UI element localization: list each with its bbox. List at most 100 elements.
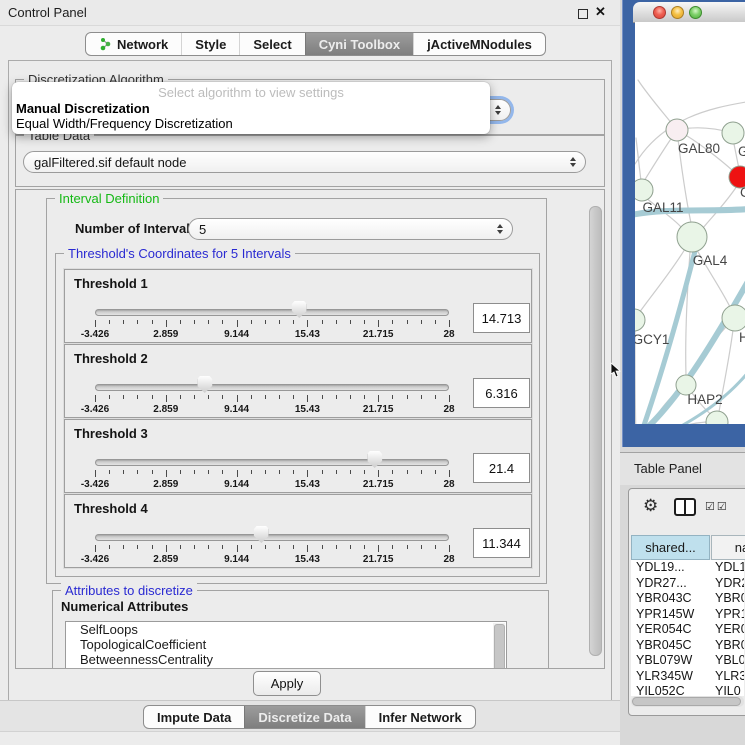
- table-row[interactable]: YER054C YER0: [631, 622, 744, 638]
- table-row[interactable]: YDL19... YDL1: [631, 560, 744, 576]
- network-node-gal80[interactable]: [666, 119, 688, 141]
- column-header-shared[interactable]: shared...: [631, 535, 710, 560]
- mac-zoom-icon[interactable]: [689, 6, 702, 19]
- slider-tick-labels: -3.4262.8599.14415.4321.71528: [95, 329, 449, 340]
- number-of-intervals-combobox[interactable]: 5: [188, 218, 513, 240]
- tab-cyni-toolbox[interactable]: Cyni Toolbox: [305, 33, 413, 55]
- tab-label: Style: [195, 37, 226, 52]
- table-row[interactable]: YIL052C YIL0: [631, 684, 744, 696]
- cell-name[interactable]: YLR3: [715, 669, 744, 685]
- cell-name[interactable]: YER0: [715, 622, 744, 638]
- tick-label: 28: [443, 404, 454, 415]
- tick-label: 28: [443, 329, 454, 340]
- threshold-3-value-field[interactable]: 21.4: [473, 453, 530, 483]
- network-node-gal4[interactable]: [677, 222, 707, 252]
- tab-style[interactable]: Style: [181, 33, 239, 55]
- right-panel: GAL80GAL11GAL4GCY1HAP2GCH Table Panel ⚙ …: [620, 0, 745, 745]
- cell-shared-name[interactable]: YPR145W: [636, 607, 694, 623]
- cell-shared-name[interactable]: YLR345W: [636, 669, 693, 685]
- tab-impute-data[interactable]: Impute Data: [144, 706, 244, 728]
- settings-scrollbar-thumb[interactable]: [589, 206, 602, 656]
- tick-label: 9.144: [224, 554, 249, 565]
- table-row[interactable]: YBR043C YBR0: [631, 591, 744, 607]
- threshold-4-value-field[interactable]: 11.344: [473, 528, 530, 558]
- settings-vertical-scrollbar[interactable]: [588, 192, 602, 666]
- slider-track[interactable]: [95, 459, 449, 466]
- settings-scroll-pane: Interval Definition Number of Intervals …: [15, 189, 605, 669]
- cell-shared-name[interactable]: YBR043C: [636, 591, 692, 607]
- tick-label: 15.43: [295, 479, 320, 490]
- list-scrollbar-thumb[interactable]: [494, 624, 505, 669]
- column-header-name[interactable]: na: [711, 535, 745, 560]
- tab-network[interactable]: Network: [86, 33, 181, 55]
- tick-label: -3.426: [81, 329, 109, 340]
- thresholds-group: Threshold's Coordinates for 5 Intervals …: [55, 253, 540, 577]
- tick-label: 21.715: [363, 479, 394, 490]
- apply-button[interactable]: Apply: [253, 671, 321, 696]
- columns-icon[interactable]: [674, 498, 696, 516]
- tab-infer-network[interactable]: Infer Network: [365, 706, 475, 728]
- cell-shared-name[interactable]: YBR045C: [636, 638, 692, 654]
- cell-name[interactable]: YDL1: [715, 560, 744, 576]
- tab-jactivemnodules[interactable]: jActiveMNodules: [413, 33, 545, 55]
- table-row[interactable]: YLR345W YLR3: [631, 669, 744, 685]
- bottom-tab-strip: Impute DataDiscretize DataInfer Network: [0, 700, 620, 732]
- cell-shared-name[interactable]: YBL079W: [636, 653, 692, 669]
- table-row[interactable]: YPR145W YPR1: [631, 607, 744, 623]
- network-node[interactable]: [722, 122, 744, 144]
- slider-track[interactable]: [95, 534, 449, 541]
- checkboxes-icon[interactable]: ☑☑: [705, 500, 729, 513]
- tick-label: 21.715: [363, 404, 394, 415]
- tab-select[interactable]: Select: [239, 33, 304, 55]
- threshold-1-slider[interactable]: -3.4262.8599.14415.4321.71528: [93, 300, 451, 340]
- attribute-item-betweennesscentrality[interactable]: BetweennessCentrality: [66, 652, 506, 667]
- cell-name[interactable]: YBR0: [715, 591, 744, 607]
- threshold-2-slider[interactable]: -3.4262.8599.14415.4321.71528: [93, 375, 451, 415]
- network-node[interactable]: [722, 305, 745, 331]
- gear-icon[interactable]: ⚙: [643, 496, 658, 516]
- tick-label: 2.859: [153, 554, 178, 565]
- float-window-icon[interactable]: [578, 9, 588, 19]
- table-data-combobox[interactable]: galFiltered.sif default node: [23, 151, 586, 173]
- table-horizontal-scrollbar[interactable]: [631, 696, 744, 707]
- network-canvas[interactable]: GAL80GAL11GAL4GCY1HAP2GCH: [635, 22, 745, 424]
- numerical-attributes-list[interactable]: SelfLoopsTopologicalCoefficientBetweenne…: [65, 621, 507, 669]
- cell-name[interactable]: YIL0: [715, 684, 741, 696]
- slider-ticks: [95, 545, 449, 553]
- table-row[interactable]: YBL079W YBL0: [631, 653, 744, 669]
- table-hscrollbar-thumb[interactable]: [632, 697, 741, 706]
- cell-shared-name[interactable]: YDR27...: [636, 576, 687, 592]
- attributes-group: Attributes to discretize Numerical Attri…: [52, 590, 549, 669]
- cell-name[interactable]: YBR0: [715, 638, 744, 654]
- threshold-1-value-field[interactable]: 14.713: [473, 303, 530, 333]
- network-node-gcy1[interactable]: [635, 309, 645, 331]
- cell-name[interactable]: YDR2: [715, 576, 744, 592]
- tick-label: -3.426: [81, 404, 109, 415]
- attribute-item-selfloops[interactable]: SelfLoops: [66, 622, 506, 637]
- cell-shared-name[interactable]: YDL19...: [636, 560, 685, 576]
- cell-name[interactable]: YBL0: [715, 653, 744, 669]
- cell-shared-name[interactable]: YIL052C: [636, 684, 685, 696]
- tab-label: Select: [253, 37, 291, 52]
- attribute-item-topologicalcoefficient[interactable]: TopologicalCoefficient: [66, 637, 506, 652]
- tick-label: 28: [443, 479, 454, 490]
- slider-track[interactable]: [95, 384, 449, 391]
- mac-close-icon[interactable]: [653, 6, 666, 19]
- close-icon[interactable]: ✕: [595, 4, 606, 20]
- threshold-2-value-field[interactable]: 6.316: [473, 378, 530, 408]
- table-toolbar: ⚙ ☑☑: [629, 489, 745, 533]
- popup-item-manual-discretization[interactable]: Manual Discretization: [16, 101, 150, 116]
- slider-track[interactable]: [95, 309, 449, 316]
- threshold-4-slider[interactable]: -3.4262.8599.14415.4321.71528: [93, 525, 451, 565]
- threshold-3-slider[interactable]: -3.4262.8599.14415.4321.71528: [93, 450, 451, 490]
- cell-shared-name[interactable]: YER054C: [636, 622, 692, 638]
- table-row[interactable]: YDR27... YDR2: [631, 576, 744, 592]
- list-scrollbar[interactable]: [493, 623, 505, 669]
- network-node-gal11[interactable]: [635, 179, 653, 201]
- table-row[interactable]: YBR045C YBR0: [631, 638, 744, 654]
- tick-label: 2.859: [153, 329, 178, 340]
- popup-item-equal-width-frequency-discretization[interactable]: Equal Width/Frequency Discretization: [16, 116, 233, 131]
- mac-minimize-icon[interactable]: [671, 6, 684, 19]
- cell-name[interactable]: YPR1: [715, 607, 744, 623]
- tab-discretize-data[interactable]: Discretize Data: [244, 706, 364, 728]
